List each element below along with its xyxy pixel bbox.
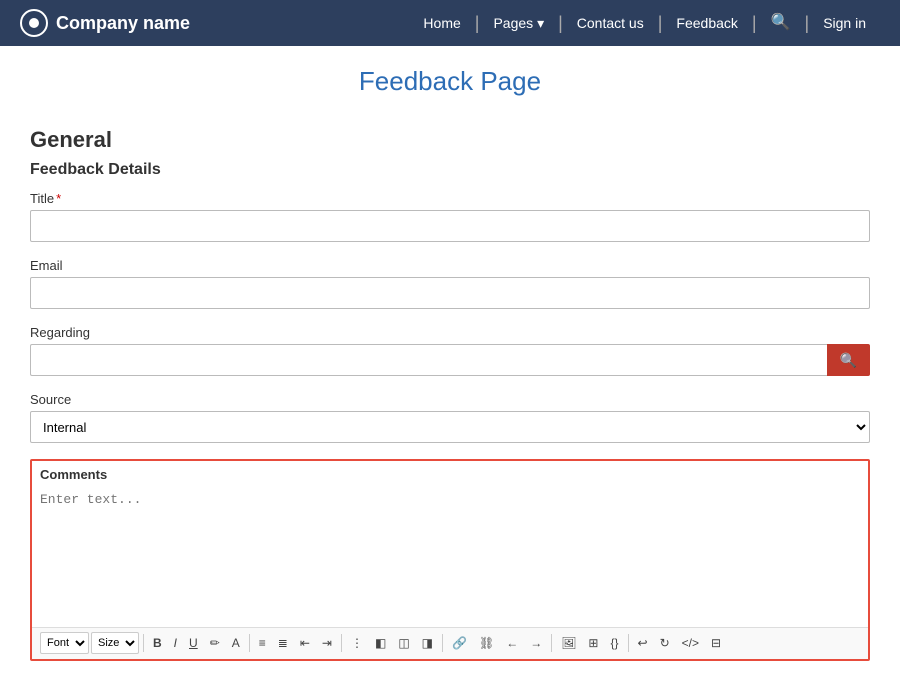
regarding-field-group: Regarding 🔍 [30,325,870,376]
regarding-input[interactable] [30,344,827,376]
title-input[interactable] [30,210,870,242]
list-unordered-button[interactable]: ≡ [254,632,271,655]
nav-feedback[interactable]: Feedback [662,0,751,46]
link-button[interactable]: 🔗 [447,632,472,655]
comments-toolbar: Font Size B I U ✏ A ≡ ≣ ⇤ ⇥ ⋮ ◧ ◫ ◨ 🔗 ⛓ [32,627,868,659]
title-required: * [56,191,61,206]
toolbar-divider-4 [442,634,443,652]
arrow-right-button[interactable]: → [525,632,547,655]
source-field-group: Source Internal External Web [30,392,870,443]
email-input[interactable] [30,277,870,309]
brand-name: Company name [56,13,190,34]
section-heading: General [30,127,870,153]
subsection-heading: Feedback Details [30,161,870,179]
code-button[interactable]: {} [605,632,623,655]
source-code-button[interactable]: </> [677,632,704,655]
toolbar-divider-3 [341,634,342,652]
image-button[interactable]: 🖼 [556,632,581,655]
toolbar-divider-1 [143,634,144,652]
pages-caret-icon: ▾ [537,15,544,31]
align-justify-button[interactable]: ⋮ [346,632,368,655]
toolbar-divider-2 [249,634,250,652]
title-field-group: Title* [30,191,870,242]
arrow-left-button[interactable]: ← [501,632,523,655]
comments-label: Comments [32,461,868,484]
source-select[interactable]: Internal External Web [30,411,870,443]
align-right-button[interactable]: ◨ [417,632,438,655]
regarding-search-icon: 🔍 [840,352,857,368]
table-button[interactable]: ⊟ [706,632,726,655]
regarding-wrapper: 🔍 [30,344,870,376]
regarding-label: Regarding [30,325,870,340]
italic-button[interactable]: I [169,632,182,655]
nav-contact-us[interactable]: Contact us [563,0,658,46]
comments-box: Comments Font Size B I U ✏ A ≡ ≣ ⇤ ⇥ ⋮ ◧ [30,459,870,661]
unlink-button[interactable]: ⛓ [474,632,499,655]
brand-icon [20,9,48,37]
source-label: Source [30,392,870,407]
page-title: Feedback Page [0,46,900,107]
list-ordered-button[interactable]: ≣ [273,632,293,655]
search-icon: 🔍 [771,14,791,31]
brand[interactable]: Company name [20,9,190,37]
indent-button[interactable]: ⇥ [317,632,337,655]
underline-button[interactable]: U [184,632,203,655]
comments-editor[interactable] [32,484,868,624]
nav-sign-in[interactable]: Sign in [809,0,880,46]
size-select[interactable]: Size [91,632,139,654]
toolbar-divider-5 [551,634,552,652]
bold-button[interactable]: B [148,632,167,655]
highlight-button[interactable]: ✏ [205,632,225,655]
redo-button[interactable]: ↻ [655,632,675,655]
toolbar-divider-6 [628,634,629,652]
undo-button[interactable]: ↩ [633,632,653,655]
outdent-button[interactable]: ⇤ [295,632,315,655]
search-button[interactable]: 🔍 [757,0,805,46]
title-label: Title* [30,191,870,206]
navbar: Company name Home | Pages ▾ | Contact us… [0,0,900,46]
email-label: Email [30,258,870,273]
align-left-button[interactable]: ◧ [370,632,391,655]
main-content: General Feedback Details Title* Email Re… [10,107,890,691]
nav-home[interactable]: Home [409,0,474,46]
align-center-button[interactable]: ◫ [393,632,414,655]
video-button[interactable]: ⊞ [583,632,603,655]
nav-pages[interactable]: Pages ▾ [479,0,558,46]
regarding-search-button[interactable]: 🔍 [827,344,870,376]
font-select[interactable]: Font [40,632,89,654]
email-field-group: Email [30,258,870,309]
font-color-button[interactable]: A [227,632,245,655]
